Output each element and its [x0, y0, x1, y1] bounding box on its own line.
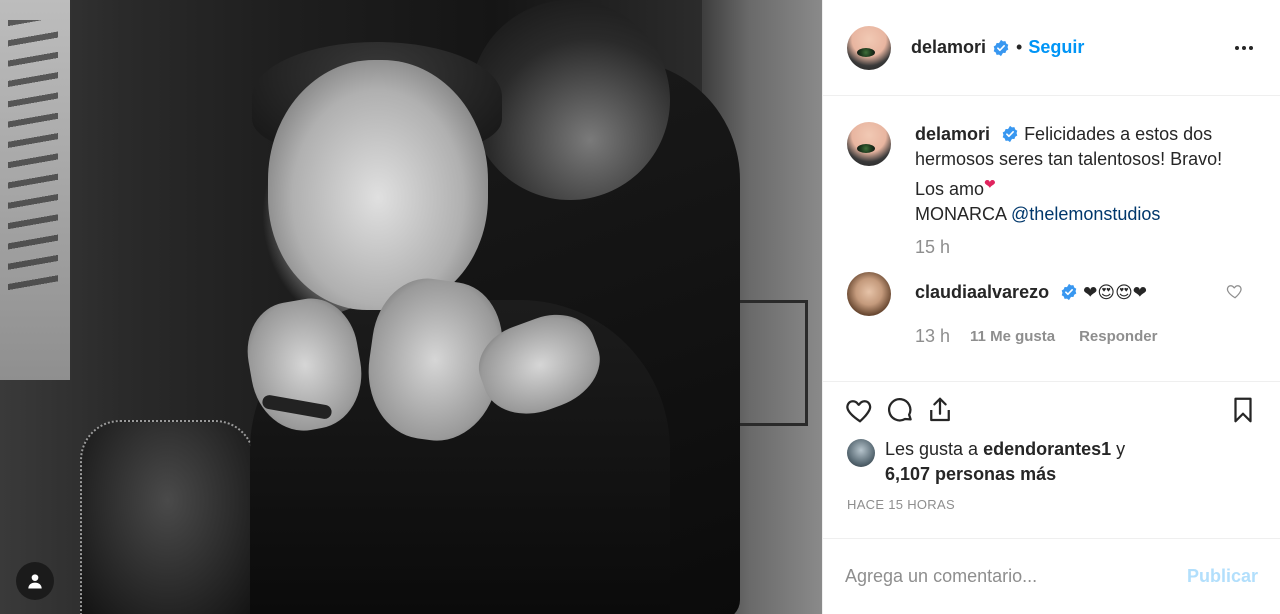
commenter-avatar[interactable] — [847, 272, 891, 316]
publish-button[interactable]: Publicar — [1187, 566, 1258, 587]
comment-input[interactable] — [845, 566, 1187, 587]
post-header: delamori • Seguir — [823, 0, 1280, 96]
header-separator: • — [1016, 37, 1023, 57]
verified-badge-icon — [993, 39, 1009, 56]
post-actions-bar — [823, 381, 1280, 437]
liker-username[interactable]: edendorantes1 — [983, 439, 1111, 459]
add-comment-bar: Publicar — [823, 538, 1280, 614]
photo-background-panel — [0, 0, 70, 380]
comment-likes-count[interactable]: 11 Me gusta — [970, 328, 1055, 345]
liker-avatar[interactable] — [847, 439, 875, 467]
bookmark-icon — [1234, 397, 1252, 422]
more-horizontal-icon — [1235, 45, 1253, 50]
caption-author-avatar[interactable] — [847, 122, 891, 166]
verified-badge-icon — [1002, 125, 1018, 143]
commenter-username[interactable]: claudiaalvarezo — [915, 282, 1049, 302]
comment-meta: 13 h 11 Me gusta Responder — [915, 326, 1256, 347]
tagged-users-button[interactable] — [16, 562, 54, 600]
likes-conj: y — [1116, 439, 1126, 459]
share-button[interactable] — [923, 393, 957, 427]
likes-count-button[interactable]: 6,107 personas más — [885, 464, 1056, 484]
comment-item: claudiaalvarezo ❤😍😍❤ — [847, 272, 1256, 316]
likes-summary: Les gusta a edendorantes1 y 6,107 person… — [823, 437, 1280, 487]
save-button[interactable] — [1226, 393, 1260, 427]
author-avatar[interactable] — [847, 25, 891, 70]
comment-emojis: ❤😍😍❤ — [1083, 283, 1148, 302]
user-tag-icon — [28, 574, 42, 589]
caption-time[interactable]: 15 h — [915, 237, 950, 258]
post-photo[interactable] — [0, 0, 822, 614]
photo-person-front-face — [268, 60, 488, 310]
comment-bubble-icon — [888, 397, 912, 422]
caption-mention-link[interactable]: @thelemonstudios — [1011, 204, 1160, 224]
photo-chair — [80, 420, 255, 614]
comment-like-icon[interactable] — [1226, 282, 1244, 300]
follow-button[interactable]: Seguir — [1028, 37, 1084, 58]
author-username[interactable]: delamori — [911, 37, 986, 58]
share-upload-icon — [930, 397, 950, 421]
heart-emoji: ❤ — [984, 176, 996, 192]
caption-meta: 15 h — [915, 237, 1256, 258]
likes-prefix: Les gusta a — [885, 439, 979, 459]
comments-section: delamori Felicidades a estos dos hermoso… — [823, 96, 1280, 381]
reply-button[interactable]: Responder — [1079, 328, 1157, 345]
post-side-panel: delamori • Seguir delamori Felicidades a… — [822, 0, 1280, 614]
verified-badge-icon — [1061, 283, 1077, 301]
heart-outline-icon — [846, 399, 872, 423]
comment-time[interactable]: 13 h — [915, 326, 950, 347]
comment-button[interactable] — [883, 393, 917, 427]
more-options-button[interactable] — [1232, 36, 1256, 60]
caption-username[interactable]: delamori — [915, 124, 990, 144]
post-timestamp[interactable]: HACE 15 HORAS — [823, 487, 1280, 512]
caption-line2: MONARCA — [915, 204, 1007, 224]
caption: delamori Felicidades a estos dos hermoso… — [847, 122, 1256, 227]
like-button[interactable] — [843, 393, 877, 427]
